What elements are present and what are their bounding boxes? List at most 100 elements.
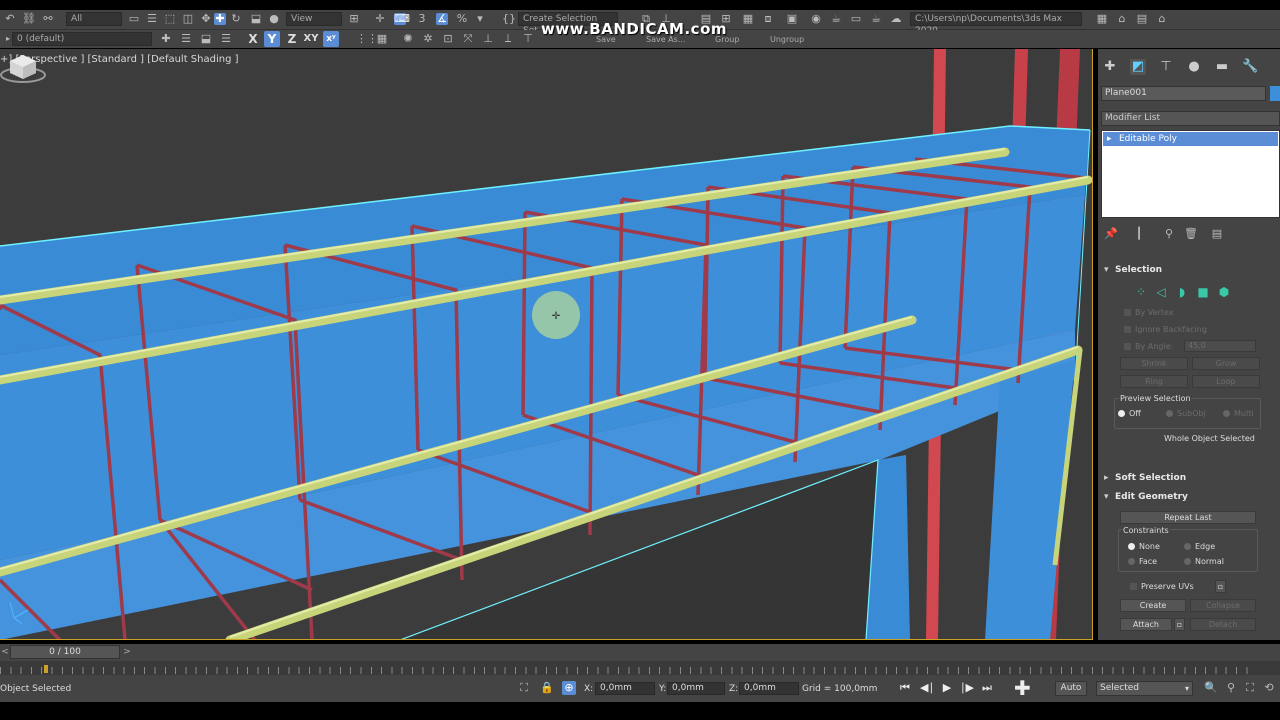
move-icon[interactable]: ✥ [200, 13, 212, 25]
stack-item-editable-poly[interactable]: Editable Poly [1103, 132, 1278, 146]
angle-spinner[interactable]: 45,0 [1184, 340, 1256, 352]
selection-filter-dropdown[interactable]: All [66, 12, 122, 26]
object-name-field[interactable]: Plane001 [1101, 86, 1266, 101]
link-icon[interactable]: ⛓ [22, 13, 36, 25]
utilities-tab-icon[interactable]: 🔧 [1242, 59, 1258, 75]
constraint-face-radio[interactable]: Face [1128, 557, 1157, 566]
curve-editor-icon[interactable]: ⧈ [762, 13, 774, 25]
z-coordinate-field[interactable]: 0,0mm [739, 682, 799, 695]
detach-button[interactable]: Detach [1190, 618, 1256, 631]
unlink-icon[interactable]: ⚯ [42, 13, 54, 25]
named-selection-icon[interactable]: {} [502, 13, 516, 25]
undo-icon[interactable]: ↶ [4, 13, 16, 25]
isolate-selection-icon[interactable]: ⛶ [517, 681, 531, 695]
selection-lock-icon[interactable]: 🔒 [540, 681, 554, 695]
axis-xy-plane-button[interactable]: xʸ [323, 31, 339, 47]
zoom-icon[interactable]: 🔍 [1204, 681, 1218, 695]
edit-geometry-rollout-header[interactable]: Edit Geometry [1103, 490, 1278, 504]
preserve-uvs-settings-icon[interactable]: ▫ [1215, 580, 1226, 593]
edge-mode-icon[interactable]: ◁ [1154, 285, 1168, 299]
preview-subobj-radio[interactable]: SubObj [1166, 409, 1206, 418]
select-by-name-icon[interactable]: ☰ [146, 13, 158, 25]
modeling-icon[interactable]: ⋮⋮ [356, 33, 378, 45]
axis-y-button[interactable]: Y [264, 31, 280, 47]
snaps-toggle-icon[interactable]: 3 [416, 13, 428, 25]
track-bar[interactable] [0, 661, 1280, 675]
select-in-layer-icon[interactable]: ⬓ [200, 33, 212, 45]
schematic-view-icon[interactable]: ▣ [786, 13, 798, 25]
project-folder-icon[interactable]: ▦ [1096, 13, 1108, 25]
constraint-icon[interactable]: ⊥ [482, 33, 494, 45]
add-to-layer-icon[interactable]: ☰ [180, 33, 192, 45]
material-editor-icon[interactable]: ◉ [810, 13, 822, 25]
display-tab-icon[interactable]: ▬ [1214, 59, 1230, 75]
create-tab-icon[interactable]: ✚ [1102, 59, 1118, 75]
repeat-last-button[interactable]: Repeat Last [1120, 511, 1256, 524]
time-prev-icon[interactable]: < [0, 645, 10, 659]
constraint-none-radio[interactable]: None [1128, 542, 1160, 551]
populate-icon[interactable]: ✲ [422, 33, 434, 45]
preview-multi-radio[interactable]: Multi [1223, 409, 1254, 418]
next-frame-icon[interactable]: ∣▶ [960, 681, 974, 695]
preview-off-radio[interactable]: Off [1118, 409, 1141, 418]
remove-modifier-icon[interactable]: 🗑 [1184, 227, 1198, 241]
create-button[interactable]: Create [1120, 599, 1186, 612]
ring-button[interactable]: Ring [1120, 375, 1188, 388]
selection-tools-icon[interactable]: ⊡ [442, 33, 454, 45]
place-icon[interactable]: ● [268, 13, 280, 25]
orbit-icon[interactable]: ⟲ [1262, 681, 1276, 695]
absolute-mode-icon[interactable]: ⊕ [562, 681, 576, 695]
x-coordinate-field[interactable]: 0,0mm [595, 682, 655, 695]
layer-dropdown[interactable]: 0 (default) [12, 32, 152, 46]
polygon-mode-icon[interactable]: ■ [1196, 285, 1210, 299]
project-path-field[interactable]: C:\Users\np\Documents\3ds Max 2020 [910, 12, 1082, 36]
open-folder-icon[interactable]: ⌂ [1116, 13, 1128, 25]
selection-rollout-header[interactable]: Selection [1103, 263, 1278, 277]
make-unique-icon[interactable]: ⚲ [1162, 227, 1176, 241]
ignore-backfacing-checkbox[interactable]: Ignore Backfacing [1124, 325, 1207, 334]
select-manipulate-icon[interactable]: ✛ [374, 13, 386, 25]
spinner-snap-icon[interactable]: ▾ [474, 13, 486, 25]
rotate-icon[interactable]: ↻ [230, 13, 242, 25]
soft-selection-rollout-header[interactable]: Soft Selection [1103, 471, 1278, 485]
ribbon-extra-icon[interactable]: ⊤ [522, 33, 534, 45]
motion-tab-icon[interactable]: ● [1186, 59, 1202, 75]
scale-icon[interactable]: ⬓ [250, 13, 262, 25]
key-filter-dropdown[interactable]: Selected [1096, 681, 1193, 696]
perspective-viewport[interactable]: ✛ +] [Perspective ] [Standard ] [Default… [0, 49, 1093, 640]
axis-xy-button[interactable]: XY [303, 31, 319, 47]
pin-icon[interactable]: 📌 [1104, 227, 1118, 241]
attach-list-icon[interactable]: ▫ [1174, 618, 1185, 631]
show-end-result-icon[interactable]: ┃ [1132, 227, 1146, 241]
brush-icon[interactable]: ⤧ [462, 33, 474, 45]
create-layer-icon[interactable]: ✚ [160, 33, 172, 45]
render-online-icon[interactable]: ☁ [890, 13, 902, 25]
by-angle-checkbox[interactable]: By Angle: [1124, 342, 1173, 351]
zoom-extents-icon[interactable]: ⛶ [1243, 681, 1257, 695]
layer-manager-icon[interactable]: ☰ [220, 33, 232, 45]
render-production-icon[interactable]: ☕ [870, 13, 882, 25]
ungroup-label[interactable]: Ungroup [770, 35, 804, 44]
play-icon[interactable]: ▶ [940, 681, 954, 695]
keyboard-shortcut-icon[interactable]: ⌨ [394, 13, 410, 25]
collapse-button[interactable]: Collapse [1190, 599, 1256, 612]
constraint-edge-radio[interactable]: Edge [1184, 542, 1215, 551]
render-setup-icon[interactable]: ☕ [830, 13, 842, 25]
window-crossing-icon[interactable]: ◫ [182, 13, 194, 25]
viewcube-icon[interactable] [0, 49, 46, 85]
by-vertex-checkbox[interactable]: By Vertex [1124, 308, 1173, 317]
shrink-button[interactable]: Shrink [1120, 357, 1188, 370]
hierarchy-tab-icon[interactable]: ⊤ [1158, 59, 1174, 75]
element-mode-icon[interactable]: ⬢ [1217, 285, 1231, 299]
configure-sets-icon[interactable]: ▤ [1210, 227, 1224, 241]
go-to-end-icon[interactable]: ⏭ [980, 681, 994, 695]
grow-button[interactable]: Grow [1192, 357, 1260, 370]
axis-z-button[interactable]: Z [284, 31, 300, 47]
rect-region-icon[interactable]: ⬚ [164, 13, 176, 25]
select-object-icon[interactable]: ▭ [128, 13, 140, 25]
reference-coord-dropdown[interactable]: View [286, 12, 342, 26]
freeform-icon[interactable]: ▦ [376, 33, 388, 45]
previous-frame-icon[interactable]: ◀∣ [920, 681, 934, 695]
constraint-normal-radio[interactable]: Normal [1184, 557, 1224, 566]
time-next-icon[interactable]: > [122, 645, 132, 659]
